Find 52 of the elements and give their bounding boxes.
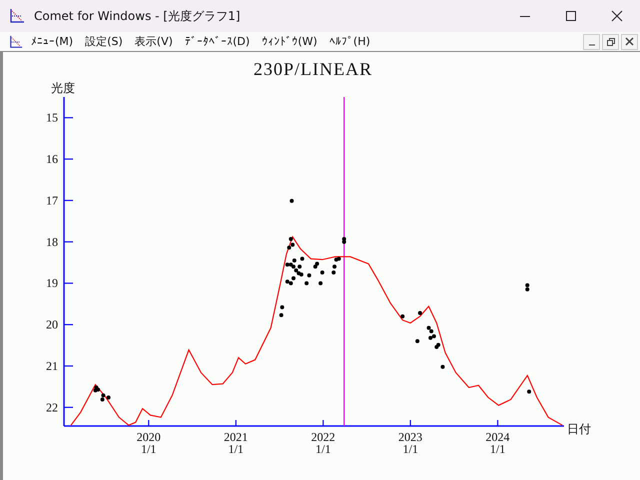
tick-label: 1/1: [228, 442, 244, 456]
tick-label: 15: [46, 110, 58, 125]
menu-item[interactable]: ﾃﾞｰﾀﾍﾞｰｽ(D): [184, 35, 250, 48]
data-point: [290, 198, 294, 203]
minimize-icon: [588, 44, 594, 46]
data-point: [400, 314, 405, 318]
data-point: [307, 273, 312, 278]
data-point: [527, 390, 532, 394]
data-point: [418, 311, 422, 316]
close-icon: [625, 37, 634, 46]
data-point: [318, 281, 323, 286]
window-title: Comet for Windows - [光度グラフ1]: [34, 8, 240, 24]
axis-title: 日付: [567, 422, 591, 436]
tick-label: 1/1: [402, 442, 418, 456]
tick-label: 19: [46, 276, 58, 290]
tick-label: 20: [46, 318, 58, 332]
tick-label: 2022: [311, 430, 336, 444]
tick-label: 2023: [398, 430, 422, 444]
data-point: [300, 256, 304, 261]
menu-item[interactable]: ﾍﾙﾌﾟ(H): [329, 35, 370, 48]
data-point: [280, 305, 284, 310]
minimize-button[interactable]: [583, 34, 600, 50]
data-point: [288, 236, 293, 241]
tick-label: 22: [46, 400, 58, 414]
menu-item[interactable]: 設定(S): [85, 34, 123, 49]
chart-title: 230P/LINEAR: [254, 59, 372, 79]
close-button[interactable]: [621, 34, 638, 50]
data-point: [304, 281, 309, 286]
chart-icon: [9, 8, 25, 24]
tick-label: 2020: [136, 430, 161, 444]
data-point: [440, 364, 445, 369]
tick-label: 1/1: [316, 442, 331, 456]
tick-label: 18: [46, 234, 58, 249]
data-point: [415, 339, 420, 344]
restore-button[interactable]: [602, 34, 619, 50]
tick-label: 21: [46, 359, 58, 373]
menu-item[interactable]: ｳｨﾝﾄﾞｳ(W): [262, 35, 318, 48]
maximize-icon: [565, 10, 577, 22]
restore-icon: [606, 37, 615, 46]
data-point: [320, 270, 324, 274]
tick-label: 2021: [224, 430, 248, 444]
tick-label: 1/1: [140, 442, 156, 456]
tick-label: 2024: [486, 430, 510, 444]
menu-item[interactable]: ﾒﾆｭｰ(M): [31, 35, 74, 48]
chart-icon[interactable]: [9, 34, 23, 48]
tick-label: 17: [46, 193, 58, 208]
tick-label: 1/1: [490, 442, 506, 456]
tick-label: 16: [46, 152, 58, 166]
axis-title: 光度: [51, 81, 75, 95]
menu-item[interactable]: 表示(V): [134, 34, 173, 49]
data-point: [279, 313, 284, 318]
close-icon: [611, 10, 623, 22]
